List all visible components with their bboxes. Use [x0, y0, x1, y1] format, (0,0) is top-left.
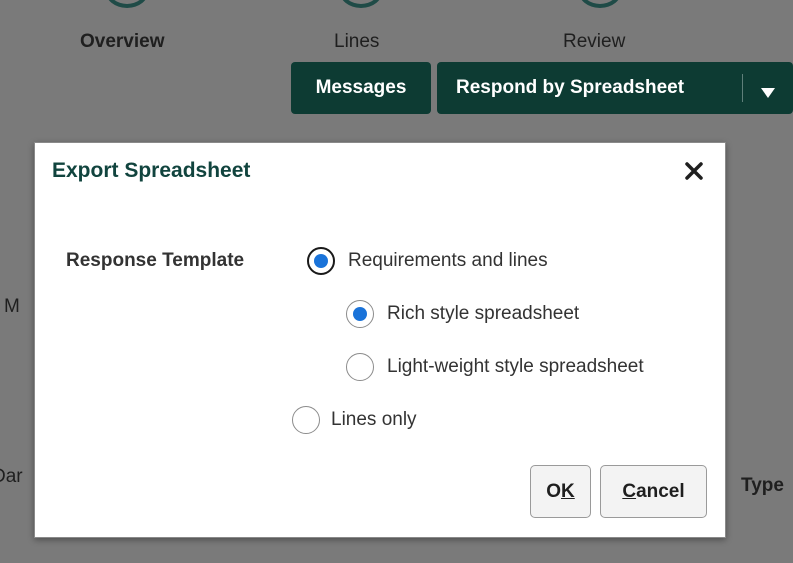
radio-light-weight-style-spreadsheet[interactable]: Light-weight style spreadsheet	[346, 353, 644, 381]
train-step-overview[interactable]: Overview	[80, 31, 165, 53]
response-template-label: Response Template	[66, 250, 245, 271]
radio-label: Rich style spreadsheet	[387, 303, 580, 324]
ok-button[interactable]: OK	[530, 465, 591, 518]
radio-button-checked[interactable]	[346, 300, 374, 328]
train-step-review-circle	[578, 0, 622, 8]
radio-label: Requirements and lines	[348, 250, 548, 271]
button-divider	[742, 74, 743, 102]
radio-lines-only[interactable]: Lines only	[292, 406, 417, 434]
train-step-overview-circle	[105, 0, 149, 8]
radio-button-unchecked[interactable]	[346, 353, 374, 381]
messages-button[interactable]: Messages	[291, 62, 431, 114]
ok-button-label: OK	[546, 480, 575, 502]
train-step-review[interactable]: Review	[563, 31, 625, 53]
radio-button-unchecked[interactable]	[292, 406, 320, 434]
radio-requirements-and-lines[interactable]: Requirements and lines	[307, 247, 548, 275]
train-step-lines-circle	[339, 0, 383, 8]
messages-button-label: Messages	[315, 77, 407, 98]
cancel-button[interactable]: Cancel	[600, 465, 707, 518]
background-column-header-type: Type	[741, 475, 784, 496]
dialog-title: Export Spreadsheet	[52, 159, 251, 182]
respond-by-spreadsheet-label: Respond by Spreadsheet	[456, 77, 685, 98]
radio-label: Light-weight style spreadsheet	[387, 356, 644, 377]
caret-down-icon[interactable]	[761, 82, 775, 104]
background-text-fragment: M	[4, 296, 20, 317]
train-step-lines[interactable]: Lines	[334, 31, 379, 53]
radio-rich-style-spreadsheet[interactable]: Rich style spreadsheet	[346, 300, 579, 328]
radio-button-checked[interactable]	[307, 247, 335, 275]
close-icon[interactable]	[685, 159, 703, 185]
radio-label: Lines only	[331, 409, 417, 430]
cancel-button-label: Cancel	[622, 480, 685, 502]
export-spreadsheet-dialog: Export Spreadsheet Response Template Req…	[34, 142, 726, 538]
background-text-fragment: Dar	[0, 466, 23, 487]
respond-by-spreadsheet-button[interactable]: Respond by Spreadsheet	[437, 62, 793, 114]
